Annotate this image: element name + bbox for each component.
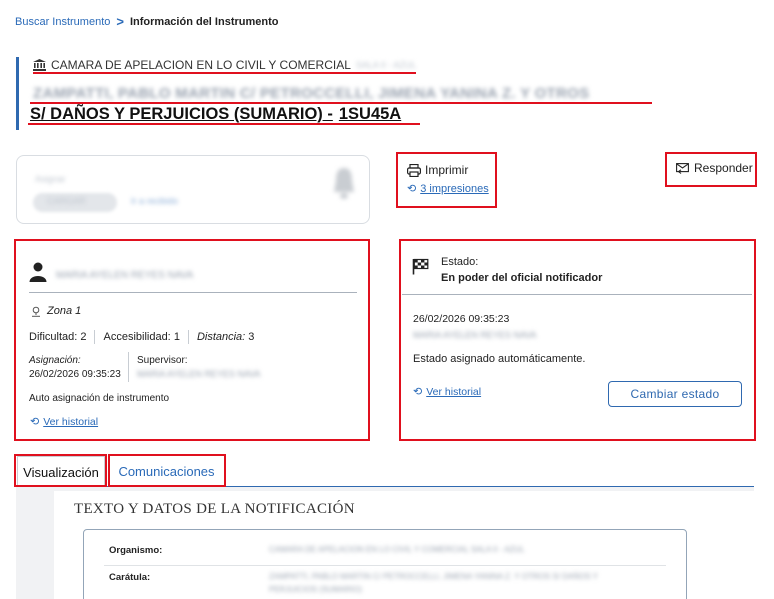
case-caption: S/ DAÑOS Y PERJUICIOS (SUMARIO) - 1SU45A [30, 105, 401, 124]
case-parties-redacted: ZAMPATTI, PABLO MARTIN C/ PETROCCELLI, J… [33, 85, 590, 102]
auto-assignment-note: Auto asignación de instrumento [29, 393, 170, 404]
zone-line: Zona 1 [31, 305, 81, 317]
details-divider [104, 565, 666, 566]
metric-separator [94, 330, 96, 344]
bell-icon [334, 168, 354, 199]
summary-card-label: Asignar [35, 174, 66, 184]
highlight-underline-court [33, 72, 416, 74]
supervisor-label: Supervisor: [137, 355, 188, 366]
accessibility-value: 1 [173, 331, 180, 343]
assignment-separator [128, 352, 129, 382]
notification-title: TEXTO Y DATOS DE LA NOTIFICACIÓN [74, 501, 355, 517]
organismo-label: Organismo: [109, 545, 163, 556]
print-button[interactable]: Imprimir [407, 163, 468, 177]
status-divider [402, 294, 752, 295]
history-clock-icon: ⟲ [30, 416, 40, 428]
difficulty-value: 2 [80, 331, 87, 343]
summary-card-link[interactable]: Ir a recibido [131, 196, 178, 206]
change-state-button[interactable]: Cambiar estado [608, 381, 742, 407]
zone-value: Zona 1 [47, 305, 82, 317]
distance-label: Distancia: [196, 331, 246, 343]
prints-count-link[interactable]: ⟲ 3 impresiones [407, 182, 489, 196]
person-icon [29, 262, 47, 282]
case-caption-text: S/ DAÑOS Y PERJUICIOS (SUMARIO) - [30, 105, 333, 123]
assignment-date-value: 26/02/2026 09:35:23 [29, 369, 121, 380]
highlight-box-print [396, 152, 497, 208]
history-clock-icon: ⟲ [407, 183, 417, 195]
assignment-divider [29, 292, 357, 293]
print-label: Imprimir [425, 163, 469, 177]
breadcrumb-current: Información del Instrumento [129, 15, 279, 28]
status-note: Estado asignado automáticamente. [413, 353, 586, 365]
metric-separator [187, 330, 189, 344]
status-date: 26/02/2026 09:35:23 [413, 313, 510, 325]
highlight-underline-caption [28, 123, 420, 125]
breadcrumb-separator: > [116, 14, 124, 29]
caratula-label: Carátula: [109, 572, 151, 583]
court-name-text: CAMARA DE APELACION EN LO CIVIL Y COMERC… [51, 58, 351, 72]
supervisor-name: MARIA AYELEN REYES NAVA [137, 369, 261, 379]
reply-label: Responder [694, 161, 753, 175]
assignment-history-link[interactable]: ⟲ Ver historial [30, 415, 99, 429]
history-clock-icon: ⟲ [413, 386, 423, 398]
highlight-box-tab-vis [14, 454, 107, 487]
highlight-box-status [399, 239, 756, 441]
reply-envelope-icon [676, 162, 689, 174]
organismo-value: CAMARA DE APELACION EN LO CIVIL Y COMERC… [269, 545, 525, 554]
status-history-link[interactable]: ⟲ Ver historial [413, 385, 482, 399]
distance-value: 3 [248, 331, 255, 343]
caratula-value: ZAMPATTI, PABLO MARTIN C/ PETROCCELLI, J… [269, 572, 598, 581]
status-label: Estado: [441, 256, 479, 268]
summary-card-pill-text: CARGAR [47, 196, 86, 206]
status-value: En poder del oficial notificador [441, 272, 603, 284]
court-name: CAMARA DE APELACION EN LO CIVIL Y COMERC… [33, 58, 416, 72]
breadcrumb-link-buscar[interactable]: Buscar Instrumento [15, 16, 110, 28]
map-pin-icon [32, 306, 40, 317]
checkered-flag-icon [412, 258, 429, 275]
caratula-value-continued: PERJUICIOS (SUMARIO) [269, 585, 362, 594]
printer-icon [407, 163, 421, 177]
assignment-date-label: Asignación: [29, 355, 81, 366]
assignment-history-text: Ver historial [43, 415, 99, 428]
status-history-text: Ver historial [426, 385, 482, 398]
header-accent-bar [16, 57, 19, 130]
case-number: 1SU45A [338, 105, 402, 123]
assigned-officer-name: MARIA AYELEN REYES NAVA [56, 270, 194, 281]
bank-building-icon [33, 59, 46, 71]
status-user-name: MARIA AYELEN REYES NAVA [413, 330, 537, 340]
breadcrumb: Buscar Instrumento > Información del Ins… [15, 14, 278, 29]
court-suffix-redacted: SALA II - AZUL [355, 60, 417, 70]
difficulty-metrics: Dificultad: 2 Accesibilidad: 1 Distancia… [29, 330, 254, 344]
assignment-summary-card: Asignar CARGAR Ir a recibido [16, 155, 370, 224]
accessibility-label: Accesibilidad: [103, 331, 171, 343]
highlight-box-tab-com [108, 454, 226, 487]
reply-button[interactable]: Responder [676, 161, 753, 175]
difficulty-label: Dificultad: [29, 331, 78, 343]
prints-count-text: 3 impresiones [420, 182, 489, 195]
notification-details-box [83, 529, 687, 599]
highlight-underline-parties [30, 102, 652, 104]
